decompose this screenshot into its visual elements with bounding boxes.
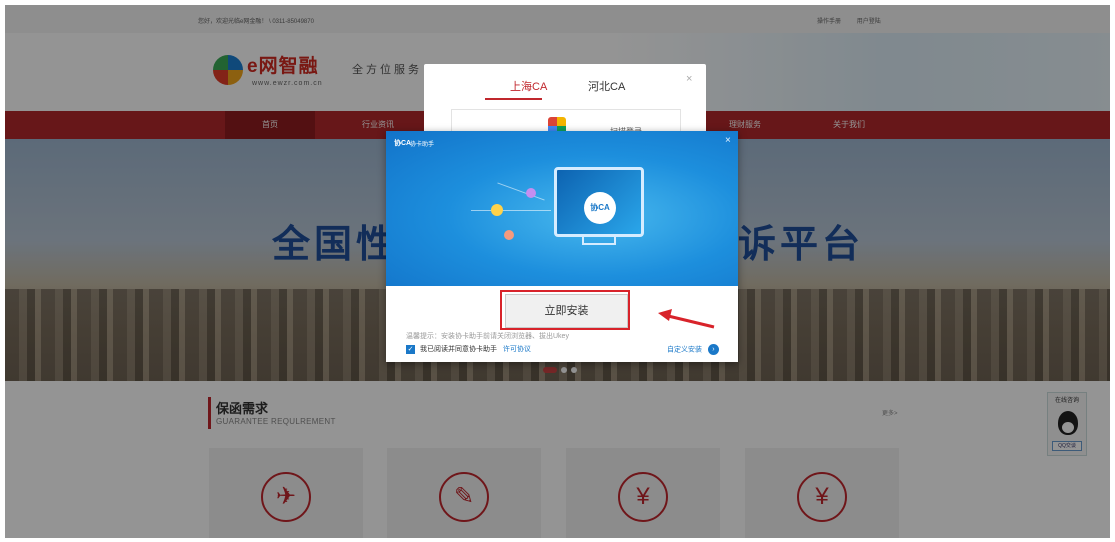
network-line	[497, 182, 545, 201]
custom-install-label: 自定义安装	[667, 346, 702, 354]
chevron-right-icon: ›	[707, 344, 719, 355]
network-node-icon	[491, 204, 503, 216]
tab-hebei-ca[interactable]: 河北CA	[588, 78, 625, 94]
network-line	[471, 210, 551, 211]
agree-text: 我已阅读并同意协卡助手	[419, 346, 497, 353]
monitor-stand	[582, 235, 616, 245]
close-icon[interactable]: ×	[686, 73, 692, 85]
custom-install-link[interactable]: 自定义安装 ›	[667, 344, 719, 355]
highlight-box	[500, 290, 630, 330]
license-link[interactable]: 许可协议	[503, 346, 531, 353]
tab-shanghai-ca[interactable]: 上海CA	[510, 78, 547, 94]
network-node-icon	[526, 188, 536, 198]
browser-page: 您好，欢迎光临e网金融！ \ 0311-85049870 操作手册 用户登陆 e…	[5, 5, 1110, 538]
network-node-icon	[504, 230, 514, 240]
installer-banner: 协CA 协卡助手 × 协CA	[386, 131, 738, 286]
installer-logo: 协CA	[394, 140, 412, 147]
install-tip: 温馨提示：安装协卡助手前请关闭浏览器、拔出Ukey	[406, 333, 569, 340]
agreement-row: ✓ 我已阅读并同意协卡助手 许可协议	[406, 344, 531, 354]
annotation-arrow-icon	[658, 309, 715, 329]
ca-logo-icon: 协CA	[584, 192, 616, 224]
active-tab-underline	[485, 98, 542, 100]
installer-title: 协卡助手	[410, 142, 435, 148]
installer-close-icon[interactable]: ×	[725, 135, 731, 146]
agree-checkbox[interactable]: ✓	[406, 344, 415, 354]
